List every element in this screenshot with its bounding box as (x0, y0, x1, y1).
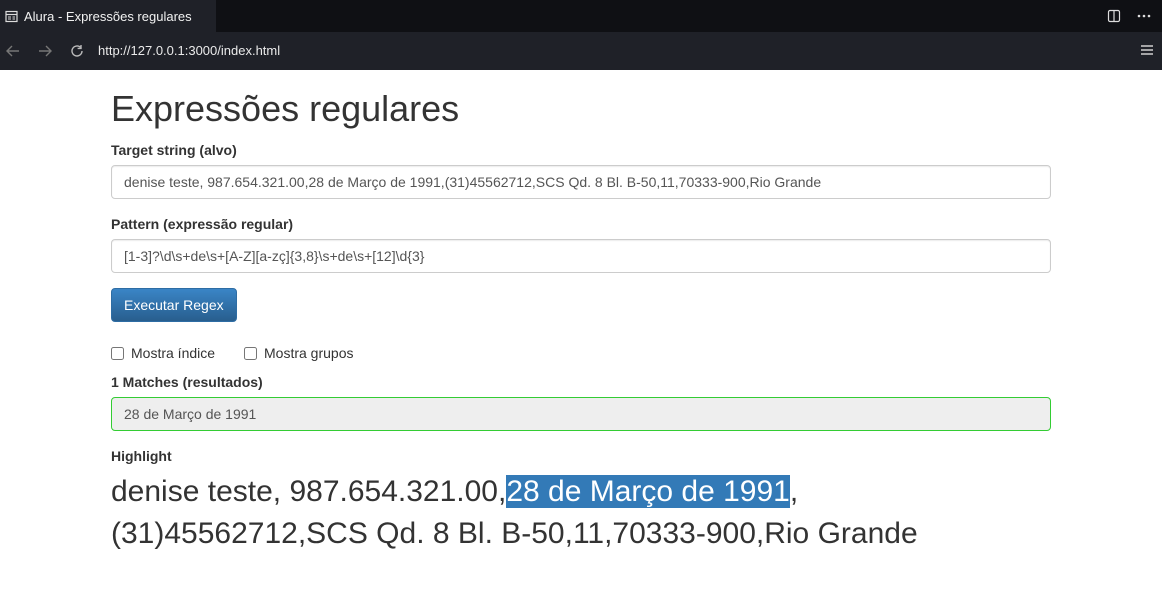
forward-arrow-icon[interactable] (35, 41, 55, 61)
show-groups-label: Mostra grupos (264, 345, 354, 361)
target-string-label: Target string (alvo) (111, 142, 237, 158)
highlight-label: Highlight (111, 448, 172, 464)
target-string-input[interactable] (111, 165, 1051, 199)
page-title: Expressões regulares (111, 88, 460, 129)
highlight-text-before: denise teste, 987.654.321.00, (111, 475, 507, 508)
split-view-icon[interactable] (1106, 8, 1122, 24)
tab-title: Alura - Expressões regulares (24, 8, 192, 24)
matches-label: 1 Matches (resultados) (111, 374, 263, 390)
show-groups-checkbox[interactable]: Mostra grupos (244, 345, 353, 361)
matches-result: 28 de Março de 1991 (111, 397, 1051, 431)
browser-addressbar: http://127.0.0.1:3000/index.html (0, 32, 1162, 70)
page-icon (4, 9, 18, 23)
browser-tab[interactable]: Alura - Expressões regulares (0, 0, 216, 32)
highlight-output: denise teste, 987.654.321.00,28 de Março… (111, 471, 1051, 555)
show-index-checkbox[interactable]: Mostra índice (111, 345, 215, 361)
more-options-icon[interactable] (1136, 8, 1152, 24)
show-index-checkbox-input[interactable] (111, 346, 124, 360)
browser-tabbar: Alura - Expressões regulares (0, 0, 1162, 32)
back-arrow-icon[interactable] (3, 41, 23, 61)
url-field[interactable]: http://127.0.0.1:3000/index.html (98, 43, 280, 58)
execute-regex-button[interactable]: Executar Regex (111, 288, 237, 322)
pattern-label: Pattern (expressão regular) (111, 216, 294, 232)
show-index-label: Mostra índice (131, 345, 216, 361)
pattern-input[interactable] (111, 239, 1051, 273)
show-groups-checkbox-input[interactable] (244, 346, 257, 360)
highlight-match: 28 de Março de 1991 (506, 475, 790, 508)
hamburger-menu-icon[interactable] (1140, 43, 1156, 59)
reload-icon[interactable] (67, 41, 87, 61)
